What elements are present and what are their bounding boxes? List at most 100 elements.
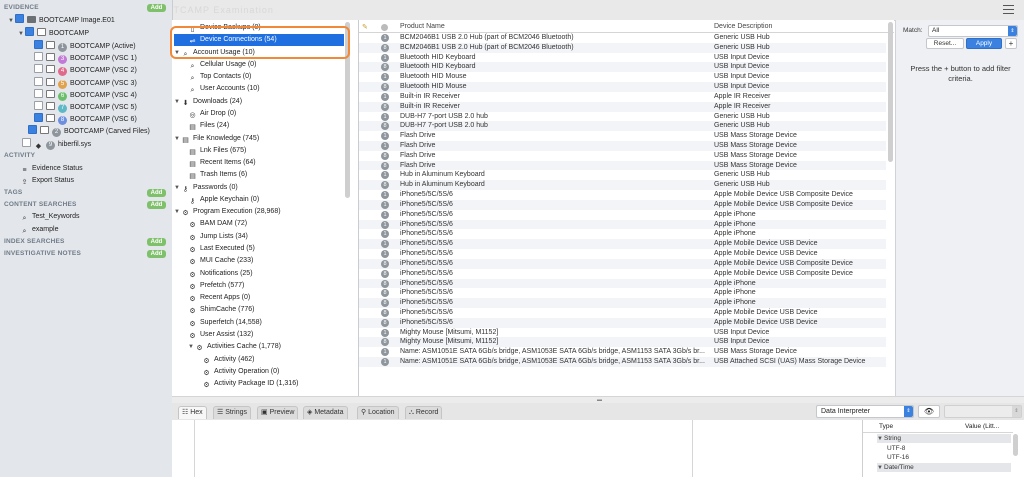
export-status-item[interactable]: ⇪ Export Status: [20, 175, 74, 187]
volume-checkbox[interactable]: [34, 113, 43, 123]
volume-item[interactable]: 8 BOOTCAMP (VSC 6): [34, 113, 137, 126]
tree-item[interactable]: ⌕ Top Contacts (0): [188, 71, 252, 83]
table-row[interactable]: 1 iPhone5/5C/5S/6 Apple Mobile Device USB …: [359, 239, 886, 250]
tab-preview[interactable]: ▣ Preview: [257, 406, 299, 419]
volume-checkbox[interactable]: [34, 101, 43, 110]
disclosure-down-icon[interactable]: ▼: [188, 341, 195, 353]
image-checkbox[interactable]: [15, 14, 24, 23]
table-row[interactable]: 8 iPhone5/5C/5S/6 Apple Mobile Device USB …: [359, 308, 886, 318]
interpreter-scrollbar[interactable]: [1013, 434, 1018, 456]
search-item[interactable]: ⌕ Test_Keywords: [20, 211, 80, 223]
carved-files-item[interactable]: 2 BOOTCAMP (Carved Files): [28, 125, 150, 137]
interpreter-row[interactable]: UTF-16: [887, 453, 909, 462]
image-item[interactable]: ▼ BOOTCAMP Image.E01: [8, 14, 115, 26]
tab-hex[interactable]: ☷ Hex: [178, 406, 207, 419]
volume-item[interactable]: 4 BOOTCAMP (VSC 2): [34, 64, 137, 77]
reset-button[interactable]: Reset...: [926, 38, 964, 49]
table-row[interactable]: 8 Hub in Aluminum Keyboard Generic USB Hub: [359, 180, 886, 191]
table-row[interactable]: 8 iPhone5/5C/5S/6 Apple iPhone: [359, 298, 886, 308]
carved-checkbox[interactable]: [28, 125, 37, 134]
tree-item[interactable]: ⚙ Notifications (25): [188, 268, 252, 280]
table-row[interactable]: 1 Hub in Aluminum Keyboard Generic USB Hub: [359, 170, 886, 180]
disclosure-down-icon[interactable]: ▼: [877, 435, 884, 444]
volume-checkbox[interactable]: [34, 40, 43, 49]
volume-item[interactable]: 3 BOOTCAMP (VSC 1): [34, 52, 137, 65]
table-row[interactable]: 1 iPhone5/5C/5S/6 Apple Mobile Device USB …: [359, 199, 886, 210]
chevron-updown-icon[interactable]: ⇕: [904, 406, 913, 417]
table-row[interactable]: 1 Bluetooth HID Mouse USB Input Device: [359, 72, 886, 82]
column-device-description[interactable]: Device Description: [714, 23, 772, 30]
table-row[interactable]: 1 Bluetooth HID Keyboard USB Input Device: [359, 53, 886, 63]
table-row[interactable]: 1 Built-in IR Receiver Apple IR Receiver: [359, 92, 886, 102]
hex-pane[interactable]: [172, 420, 862, 477]
tree-item[interactable]: ▤ Lnk Files (675): [188, 145, 246, 157]
volume-item[interactable]: 7 BOOTCAMP (VSC 5): [34, 101, 137, 113]
disclosure-down-icon[interactable]: ▼: [174, 133, 181, 145]
add-note-button[interactable]: Add: [147, 250, 166, 258]
tree-item[interactable]: ⚙ Activity Operation (0): [202, 366, 279, 378]
tree-item[interactable]: ⚙ MUI Cache (233): [188, 255, 253, 267]
tree-item[interactable]: ◎ Air Drop (0): [188, 108, 236, 120]
disclosure-down-icon[interactable]: ▼: [174, 206, 181, 218]
evidence-status-item[interactable]: ≡ Evidence Status: [20, 163, 82, 175]
tree-item[interactable]: ▼ ⬇ Downloads (24): [174, 96, 242, 108]
disclosure-down-icon[interactable]: ▼: [174, 96, 181, 108]
table-row[interactable]: 1 iPhone5/5C/5S/6 Apple iPhone: [359, 219, 886, 230]
tree-item[interactable]: ⚙ BAM DAM (72): [188, 218, 247, 230]
table-row[interactable]: 8 Mighty Mouse [Mitsumi, M1152] USB Input …: [359, 337, 886, 348]
tab-metadata[interactable]: ◈ Metadata: [303, 406, 348, 419]
table-row[interactable]: 8 iPhone5/5C/5S/6 Apple Mobile Device USB …: [359, 269, 886, 279]
table-row[interactable]: 8 Flash Drive USB Mass Storage Device: [359, 160, 886, 171]
table-row[interactable]: 8 iPhone5/5C/5S/6 Apple iPhone: [359, 288, 886, 298]
tree-item[interactable]: ⚙ Jump Lists (34): [188, 231, 248, 243]
tab-strings[interactable]: ☰ Strings: [213, 406, 252, 419]
tree-item[interactable]: ⚷ Apple Keychain (0): [188, 194, 259, 206]
chevron-updown-icon[interactable]: ⇕: [1012, 406, 1021, 417]
tree-item[interactable]: ⚙ Superfetch (14,558): [188, 317, 262, 329]
table-row[interactable]: 1 iPhone5/5C/5S/6 Apple iPhone: [359, 210, 886, 220]
tree-item[interactable]: ▤ Recent Items (64): [188, 157, 255, 169]
interpreter-option-select[interactable]: ⇕: [944, 405, 1022, 418]
table-row[interactable]: 1 Mighty Mouse [Mitsumi, M1152] USB Input …: [359, 328, 886, 338]
tree-item[interactable]: ⚙ Activity Package ID (1,316): [202, 378, 298, 390]
tree-item[interactable]: ⚙ Prefetch (577): [188, 280, 244, 292]
tree-item[interactable]: ▤ Trash Items (6): [188, 169, 247, 181]
volume-item[interactable]: 6 BOOTCAMP (VSC 4): [34, 88, 137, 101]
table-row[interactable]: 8 DUB-H7 7-port USB 2.0 hub Generic USB Hu…: [359, 121, 886, 132]
disclosure-down-icon[interactable]: ▼: [8, 15, 15, 27]
table-row[interactable]: 1 iPhone5/5C/5S/6 Apple Mobile Device USB …: [359, 249, 886, 259]
column-product-name[interactable]: Product Name: [400, 23, 445, 30]
add-filter-button[interactable]: +: [1005, 38, 1017, 49]
table-row[interactable]: 8 Built-in IR Receiver Apple IR Receiver: [359, 101, 886, 112]
tag-column-icon[interactable]: ✎: [362, 23, 368, 31]
tree-item[interactable]: ▼ ⚙ Activities Cache (1,778): [188, 341, 281, 353]
bootcamp-checkbox[interactable]: [25, 27, 34, 36]
settings-sliders-icon[interactable]: [1003, 5, 1014, 15]
table-row[interactable]: 1 BCM2046B1 USB 2.0 Hub (part of BCM2046 …: [359, 33, 886, 43]
table-row[interactable]: 8 iPhone5/5C/5S/6 Apple Mobile Device USB …: [359, 258, 886, 269]
tree-item[interactable]: ⌕ Cellular Usage (0): [188, 59, 257, 71]
table-row[interactable]: 8 iPhone5/5C/5S/6 Apple Mobile Device USB …: [359, 317, 886, 328]
tree-item[interactable]: ⚙ Recent Apps (0): [188, 292, 250, 304]
tree-item[interactable]: ⚙ ShimCache (776): [188, 304, 254, 316]
table-row[interactable]: 1 Name: ASM1051E SATA 6Gb/s bridge, ASM10…: [359, 347, 886, 357]
disclosure-down-icon[interactable]: ▼: [174, 182, 181, 194]
results-scrollbar[interactable]: [888, 22, 893, 162]
add-tag-button[interactable]: Add: [147, 189, 166, 197]
tree-item[interactable]: ▤ Files (24): [188, 120, 229, 132]
table-row[interactable]: 8 BCM2046B1 USB 2.0 Hub (part of BCM2046 …: [359, 42, 886, 53]
hiberfil-item[interactable]: ◆ 9 hiberfil.sys: [22, 138, 91, 150]
volume-checkbox[interactable]: [34, 64, 43, 74]
tree-item[interactable]: ▼ ▤ File Knowledge (745): [174, 133, 259, 145]
table-row[interactable]: 1 iPhone5/5C/5S/6 Apple Mobile Device USB …: [359, 190, 886, 200]
tree-item[interactable]: ▼ ⚷ Passwords (0): [174, 182, 238, 194]
tree-item[interactable]: ▼ ⚙ Program Execution (28,968): [174, 206, 281, 218]
interpreter-row[interactable]: ▼String: [877, 434, 1011, 443]
hiberfil-checkbox[interactable]: [22, 138, 31, 147]
volume-checkbox[interactable]: [34, 52, 43, 62]
table-row[interactable]: 8 Flash Drive USB Mass Storage Device: [359, 151, 886, 161]
interpreter-row[interactable]: UTF-8: [887, 444, 905, 453]
match-select[interactable]: All ⇕: [928, 25, 1018, 37]
add-index-search-button[interactable]: Add: [147, 238, 166, 246]
table-row[interactable]: 8 Bluetooth HID Mouse USB Input Device: [359, 82, 886, 92]
